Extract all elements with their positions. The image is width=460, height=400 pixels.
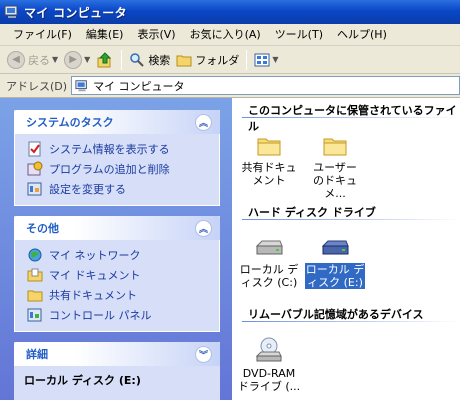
menu-favorites[interactable]: お気に入り(A) xyxy=(183,25,268,45)
menu-edit[interactable]: 編集(E) xyxy=(79,25,131,45)
control-panel-icon xyxy=(27,182,42,196)
group-header-removable: リムーバブル記憶域があるデバイス xyxy=(248,308,424,321)
toolbar-separator xyxy=(121,49,123,70)
back-dropdown-icon[interactable]: ▼ xyxy=(52,55,58,64)
search-label: 検索 xyxy=(148,53,171,67)
up-folder-button[interactable] xyxy=(93,48,117,72)
place-shared-documents[interactable]: 共有ドキュメント xyxy=(27,285,209,305)
task-label: プログラムの追加と削除 xyxy=(49,163,170,176)
folder-icon xyxy=(176,55,192,66)
add-remove-programs-icon xyxy=(27,161,43,176)
item-label: 共有ドキュ メント xyxy=(241,161,297,187)
back-arrow-icon: ◀ xyxy=(7,50,25,69)
system-tasks-panel: システムのタスク ︽ システム情報を表示する プログラムの追加と削除 設定を変更… xyxy=(14,110,220,206)
menu-bar: ファイル(F) 編集(E) 表示(V) お気に入り(A) ツール(T) ヘルプ(… xyxy=(0,24,460,46)
details-header[interactable]: 詳細 ︾ xyxy=(14,342,220,366)
menu-help[interactable]: ヘルプ(H) xyxy=(330,25,394,45)
network-globe-icon xyxy=(28,248,42,262)
forward-arrow-icon: ▶ xyxy=(64,50,83,69)
forward-dropdown-icon[interactable]: ▼ xyxy=(84,55,90,64)
shared-folder-icon xyxy=(27,290,43,302)
back-label: 戻る xyxy=(28,53,50,67)
item-label: DVD-RAM ドライブ (... xyxy=(237,367,301,393)
details-panel: 詳細 ︾ ローカル ディスク (E:) xyxy=(14,342,220,400)
search-icon xyxy=(130,52,145,67)
item-user-documents[interactable]: ユーザー のドキュメ... xyxy=(302,134,368,200)
place-control-panel[interactable]: コントロール パネル xyxy=(27,305,209,325)
folder-icon xyxy=(257,138,281,156)
address-label: アドレス(D) xyxy=(6,79,68,93)
group-header-files: このコンピュータに保管されているファイル xyxy=(248,104,457,133)
group-header-hard-disks: ハード ディスク ドライブ xyxy=(248,206,376,219)
hard-disk-icon xyxy=(321,240,349,255)
item-local-disk-e[interactable]: ローカル ディスク (E:) xyxy=(302,236,368,290)
task-label: 設定を変更する xyxy=(49,183,126,196)
toolbar-separator xyxy=(246,49,248,70)
other-places-panel: その他 ︽ マイ ネットワーク マイ ドキュメント 共有ドキュメント コントロー… xyxy=(14,216,220,332)
folders-label: フォルダ xyxy=(195,53,240,67)
group-divider xyxy=(242,117,460,118)
toolbar: ◀ 戻る ▼ ▶ ▼ 検索 フォルダ ▼ xyxy=(0,46,460,74)
hard-disk-icon xyxy=(255,240,283,255)
system-info-icon xyxy=(28,141,41,157)
views-button[interactable]: ▼ xyxy=(251,48,281,72)
dvd-drive-icon xyxy=(255,337,282,362)
system-tasks-header[interactable]: システムのタスク ︽ xyxy=(14,110,220,134)
details-value: ローカル ディスク (E:) xyxy=(24,374,141,387)
group-divider xyxy=(242,219,460,220)
item-label: ローカル ディスク (E:) xyxy=(303,262,367,290)
collapse-chevron-icon[interactable]: ︽ xyxy=(195,219,212,237)
back-button[interactable]: ◀ 戻る ▼ xyxy=(4,48,61,72)
item-shared-documents[interactable]: 共有ドキュ メント xyxy=(236,134,302,187)
title-bar[interactable]: マイ コンピュータ xyxy=(0,0,460,24)
address-input[interactable]: マイ コンピュータ xyxy=(71,76,460,95)
control-panel-icon xyxy=(27,308,42,322)
documents-folder-icon xyxy=(27,268,43,282)
item-dvd-ram-drive[interactable]: DVD-RAM ドライブ (... xyxy=(236,336,302,393)
task-add-remove-programs[interactable]: プログラムの追加と削除 xyxy=(27,159,209,179)
window-title: マイ コンピュータ xyxy=(24,5,127,20)
task-view-system-info[interactable]: システム情報を表示する xyxy=(27,139,209,159)
other-places-title: その他 xyxy=(26,222,59,235)
collapse-chevron-icon[interactable]: ︽ xyxy=(195,113,212,131)
details-title: 詳細 xyxy=(26,348,48,361)
place-label: コントロール パネル xyxy=(49,309,152,322)
menu-tools[interactable]: ツール(T) xyxy=(268,25,330,45)
menu-file[interactable]: ファイル(F) xyxy=(6,25,79,45)
other-places-header[interactable]: その他 ︽ xyxy=(14,216,220,240)
menu-view[interactable]: 表示(V) xyxy=(130,25,182,45)
forward-button[interactable]: ▶ ▼ xyxy=(61,48,93,72)
task-change-settings[interactable]: 設定を変更する xyxy=(27,179,209,199)
place-my-documents[interactable]: マイ ドキュメント xyxy=(27,265,209,285)
place-my-network[interactable]: マイ ネットワーク xyxy=(27,245,209,265)
folders-button[interactable]: フォルダ xyxy=(173,48,242,72)
search-button[interactable]: 検索 xyxy=(126,48,173,72)
place-label: マイ ドキュメント xyxy=(49,269,141,282)
up-folder-icon xyxy=(97,51,112,67)
folder-icon xyxy=(323,138,347,156)
my-computer-icon xyxy=(75,79,87,91)
views-dropdown-icon[interactable]: ▼ xyxy=(272,55,278,64)
content-pane: このコンピュータに保管されているファイル 共有ドキュ メント ユーザー のドキュメ.… xyxy=(232,98,460,400)
my-computer-icon xyxy=(4,5,18,18)
group-divider xyxy=(242,321,460,322)
place-label: 共有ドキュメント xyxy=(49,289,137,302)
views-icon xyxy=(254,53,270,66)
system-tasks-title: システムのタスク xyxy=(26,116,114,129)
address-value: マイ コンピュータ xyxy=(93,79,185,93)
expand-chevron-icon[interactable]: ︾ xyxy=(195,345,212,363)
item-label: ユーザー のドキュメ... xyxy=(313,161,357,200)
item-label: ローカル ディスク (C:) xyxy=(239,263,299,289)
place-label: マイ ネットワーク xyxy=(49,249,141,262)
task-pane: システムのタスク ︽ システム情報を表示する プログラムの追加と削除 設定を変更… xyxy=(0,98,232,400)
task-label: システム情報を表示する xyxy=(49,143,170,156)
item-local-disk-c[interactable]: ローカル ディスク (C:) xyxy=(236,236,302,289)
address-bar: アドレス(D) マイ コンピュータ xyxy=(0,74,460,98)
